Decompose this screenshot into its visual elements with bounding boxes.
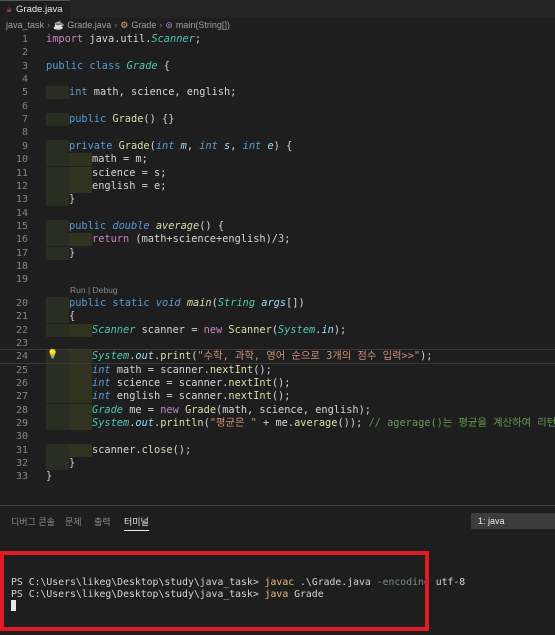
java-file-icon: ☕ [53, 19, 65, 30]
code-line-9: private Grade(int m, int s, int e) { [0, 140, 555, 154]
line-number: 19 [15, 274, 28, 285]
breadcrumb-method[interactable]: ⊚ main(String[]) [165, 20, 230, 31]
line-number: 30 [15, 431, 28, 442]
java-file-icon: ☕ [6, 4, 13, 15]
code-line-15: public double average() { [0, 220, 555, 234]
code-line-17: } [0, 247, 555, 261]
line-number: 23 [15, 338, 28, 349]
breadcrumb-file[interactable]: ☕ Grade.java [53, 20, 111, 31]
chevron-right-icon: › [114, 20, 118, 30]
code-line-31: scanner.close(); [0, 444, 555, 458]
terminal-select-dropdown[interactable]: 1: java [471, 513, 555, 529]
line-number: 2 [21, 47, 28, 58]
code-line-25: int math = scanner.nextInt(); [0, 364, 555, 378]
editor-tab-bar: ☕ Grade.java [0, 0, 555, 18]
code-line-5: int math, science, english; [0, 86, 555, 100]
line-number: 6 [21, 101, 28, 112]
tab-terminal[interactable]: 터미널 [124, 515, 149, 531]
run-debug-codelens[interactable]: Run | Debug [70, 285, 118, 297]
panel-divider [0, 505, 555, 506]
code-line-7: public Grade() {} [0, 113, 555, 127]
code-line-20: public static void main(String args[]) [0, 297, 555, 311]
code-line-26: int science = scanner.nextInt(); [0, 377, 555, 391]
class-icon: ⚙ [120, 19, 129, 30]
line-number: 4 [21, 74, 28, 85]
code-line-10: math = m; [0, 153, 555, 167]
tab-debug-console[interactable]: 디버그 콘솔 [11, 515, 55, 528]
breadcrumb: java_task › ☕ Grade.java › ⚙ Grade › ⊚ main… [0, 18, 555, 32]
lightbulb-icon[interactable]: 💡 [47, 350, 58, 360]
code-line-29: System.out.println("평균은 " + me.average()… [0, 417, 555, 431]
breadcrumb-folder[interactable]: java_task [6, 20, 44, 30]
breadcrumb-class[interactable]: ⚙ Grade [120, 20, 156, 31]
code-line-24: System.out.print("수학, 과학, 영어 순으로 3개의 점수 … [0, 348, 555, 365]
code-line-32: } [0, 457, 555, 471]
tab-output[interactable]: 출력 [94, 515, 111, 528]
line-number: 14 [15, 208, 28, 219]
highlight-box [0, 551, 429, 631]
chevron-right-icon: › [47, 20, 51, 30]
method-icon: ⊚ [165, 19, 173, 30]
line-number: 18 [15, 261, 28, 272]
code-line-1: import java.util.Scanner; [46, 33, 202, 45]
code-line-12: english = e; [0, 180, 555, 194]
code-line-3: public class Grade { [46, 60, 171, 72]
code-line-21: { [0, 310, 555, 324]
code-line-11: science = s; [0, 167, 555, 181]
code-line-22: Scanner scanner = new Scanner(System.in)… [0, 324, 555, 338]
code-editor[interactable]: 1 2 3 4 5 6 7 8 9 10 11 12 13 14 15 16 17 18 19 20 21 22 23 24 2… [0, 32, 555, 504]
chevron-right-icon: › [159, 20, 163, 30]
tab-label: Grade.java [16, 4, 63, 15]
tab-grade-java[interactable]: ☕ Grade.java [0, 0, 70, 18]
code-line-33: } [46, 470, 53, 482]
code-line-16: return (math+science+english)/3; [0, 233, 555, 247]
line-number: 8 [21, 127, 28, 138]
code-line-13: } [0, 193, 555, 207]
tab-problems[interactable]: 문제 [65, 515, 82, 528]
code-line-27: int english = scanner.nextInt(); [0, 390, 555, 404]
code-line-28: Grade me = new Grade(math, science, engl… [0, 404, 555, 418]
